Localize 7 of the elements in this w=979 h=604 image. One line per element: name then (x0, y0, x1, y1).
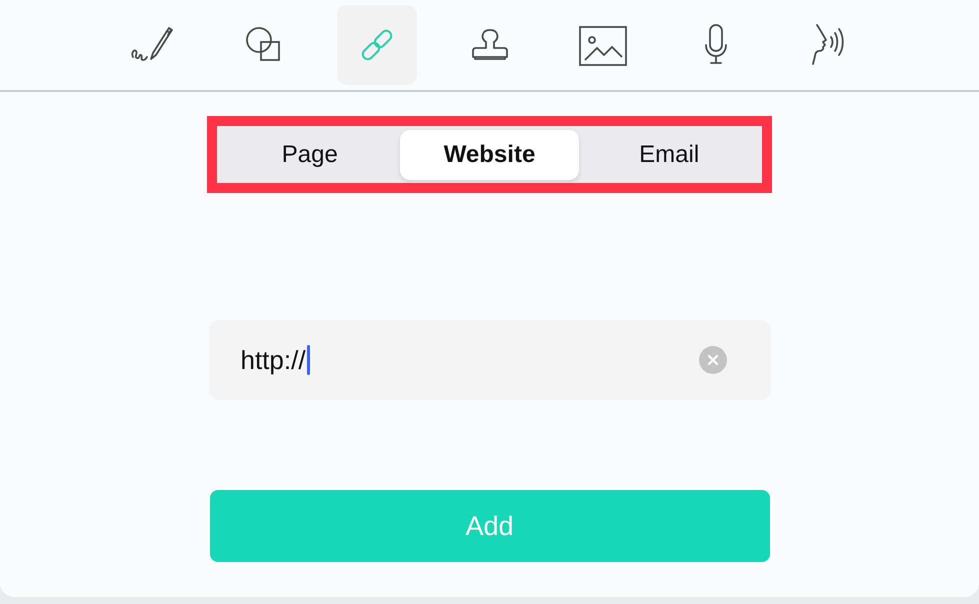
segment-tab[interactable]: Email (579, 130, 760, 180)
text-cursor (306, 345, 310, 375)
close-icon (706, 354, 718, 366)
segment-tab[interactable]: Website (400, 130, 580, 180)
segment-tab[interactable]: Page (220, 130, 400, 180)
url-field[interactable]: http:// (208, 320, 770, 400)
field-value: http:// (240, 344, 306, 376)
